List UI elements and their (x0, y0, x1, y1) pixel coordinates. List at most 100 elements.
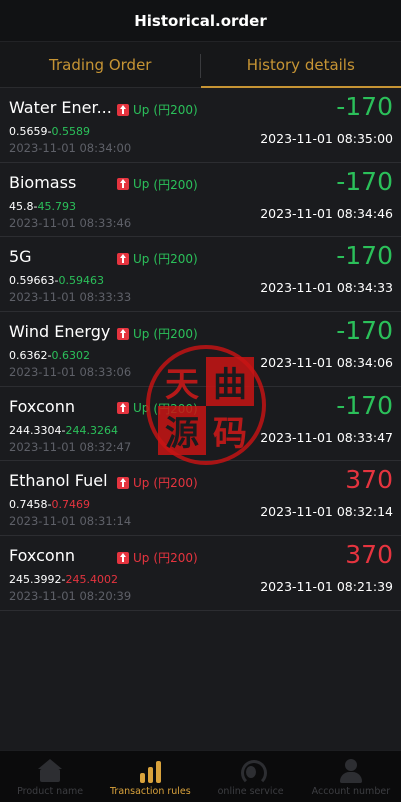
price-range: 0.59663-0.59463 (9, 274, 104, 288)
order-amount: (円200) (153, 327, 198, 342)
order-row[interactable]: Ethanol Fuel Up (円200) 0.7458-0.7469 202… (0, 461, 401, 537)
order-amount: (円200) (153, 103, 198, 117)
price-range: 0.6362-0.6302 (9, 349, 90, 363)
open-time: 2023-11-01 08:20:39 (9, 589, 132, 604)
price-range: 0.7458-0.7469 (9, 498, 90, 512)
order-amount: (円200) (153, 476, 198, 491)
tab-bar: Trading Order History details (0, 42, 401, 88)
open-time: 2023-11-01 08:34:00 (9, 141, 132, 155)
direction-badge: Up (円200) (117, 176, 198, 193)
close-time: 2023-11-01 08:34:33 (260, 280, 393, 296)
order-amount: (円200) (153, 551, 198, 566)
order-row[interactable]: 5G Up (円200) 0.59663-0.59463 2023-11-01 … (0, 237, 401, 313)
up-arrow-icon (117, 178, 129, 191)
up-arrow-icon (117, 476, 129, 489)
profit-loss: -170 (336, 92, 393, 121)
up-arrow-icon (117, 103, 129, 116)
nav-account-number[interactable]: Account number (301, 751, 401, 802)
close-time: 2023-11-01 08:35:00 (260, 131, 393, 146)
bar-chart-icon (136, 759, 164, 783)
open-price: 0.5659 (9, 125, 48, 138)
open-price: 0.7458 (9, 498, 48, 512)
profit-loss: 370 (345, 540, 393, 570)
order-amount: (円200) (153, 177, 198, 192)
open-price: 45.8 (9, 199, 34, 213)
tab-trading-order[interactable]: Trading Order (0, 42, 201, 87)
price-range: 0.5659-0.5589 (9, 125, 90, 138)
price-range: 244.3304-244.3264 (9, 423, 118, 437)
direction-badge: Up (円200) (117, 400, 198, 417)
close-price: 0.5589 (51, 125, 90, 138)
profit-loss: -170 (336, 316, 393, 346)
order-row[interactable]: Water Ener... Up (円200) 0.5659-0.5589 20… (0, 88, 401, 163)
profit-loss: -170 (336, 390, 393, 420)
order-amount: (円200) (153, 401, 198, 416)
tab-history-details[interactable]: History details (200, 42, 401, 88)
order-list: Water Ener... Up (円200) 0.5659-0.5589 20… (0, 88, 401, 611)
price-range: 45.8-45.793 (9, 199, 76, 213)
up-arrow-icon (117, 252, 129, 265)
direction-badge: Up (円200) (117, 325, 198, 342)
page-title: Historical.order (134, 11, 267, 30)
up-arrow-icon (117, 327, 129, 340)
order-row[interactable]: Biomass Up (円200) 45.8-45.793 2023-11-01… (0, 162, 401, 238)
direction-badge: Up (円200) (117, 474, 198, 491)
direction-badge: Up (円200) (117, 250, 198, 267)
open-time: 2023-11-01 08:33:06 (9, 365, 132, 380)
open-price: 0.59663 (9, 274, 55, 288)
product-name: Wind Energy (9, 322, 111, 342)
nav-label: online service (217, 786, 284, 797)
close-time: 2023-11-01 08:32:14 (260, 504, 393, 520)
direction-label: Up (133, 102, 150, 117)
order-row[interactable]: Foxconn Up (円200) 244.3304-244.3264 2023… (0, 386, 401, 462)
close-price: 244.3264 (65, 423, 118, 437)
open-time: 2023-11-01 08:33:33 (9, 290, 132, 305)
nav-transaction-rules[interactable]: Transaction rules (100, 751, 200, 802)
direction-badge: Up (円200) (117, 549, 198, 566)
open-time: 2023-11-01 08:32:47 (9, 439, 132, 454)
order-row[interactable]: Wind Energy Up (円200) 0.6362-0.6302 2023… (0, 312, 401, 387)
nav-online-service[interactable]: online service (201, 751, 301, 802)
open-time: 2023-11-01 08:33:46 (9, 215, 132, 230)
profit-loss: -170 (336, 166, 393, 196)
nav-label: Transaction rules (110, 786, 191, 797)
product-name: Foxconn (9, 396, 75, 416)
nav-label: Product name (17, 786, 84, 797)
close-price: 0.59463 (58, 274, 104, 288)
open-price: 245.3992 (9, 573, 62, 587)
close-price: 0.7469 (51, 498, 90, 512)
nav-product-name[interactable]: Product name (0, 751, 100, 802)
product-name: Water Ener... (9, 98, 112, 117)
headset-icon (237, 759, 267, 786)
direction-label: Up (133, 326, 150, 341)
price-range: 245.3992-245.4002 (9, 573, 118, 587)
close-price: 45.793 (37, 199, 76, 213)
open-price: 244.3304 (9, 423, 62, 437)
app-header: Historical.order (0, 0, 401, 42)
close-time: 2023-11-01 08:21:39 (260, 579, 393, 595)
direction-label: Up (133, 475, 150, 490)
open-time: 2023-11-01 08:31:14 (9, 514, 132, 529)
order-row[interactable]: Foxconn Up (円200) 245.3992-245.4002 2023… (0, 536, 401, 611)
profit-loss: 370 (345, 465, 393, 495)
home-icon (36, 759, 64, 783)
product-name: Foxconn (9, 546, 75, 566)
direction-label: Up (133, 251, 150, 266)
close-time: 2023-11-01 08:34:46 (260, 205, 393, 221)
user-icon (337, 759, 365, 783)
direction-label: Up (133, 177, 150, 192)
close-price: 245.4002 (65, 573, 118, 587)
bottom-nav: Product name Transaction rules online se… (0, 750, 401, 802)
direction-label: Up (133, 550, 150, 565)
nav-label: Account number (311, 786, 391, 797)
product-name: Ethanol Fuel (9, 471, 108, 491)
direction-label: Up (133, 401, 150, 416)
up-arrow-icon (117, 402, 129, 415)
product-name: Biomass (9, 172, 77, 192)
close-time: 2023-11-01 08:33:47 (260, 429, 393, 445)
up-arrow-icon (117, 551, 129, 564)
product-name: 5G (9, 247, 32, 267)
open-price: 0.6362 (9, 349, 48, 363)
profit-loss: -170 (336, 241, 393, 271)
order-amount: (円200) (153, 252, 198, 267)
